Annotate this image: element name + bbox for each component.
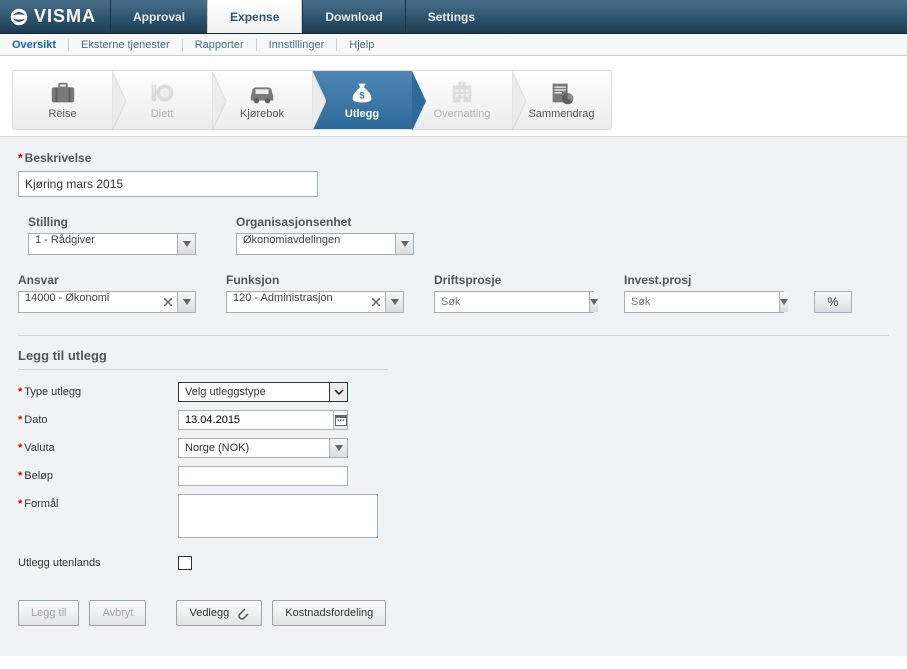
funksjon-select[interactable]: 120 - Administrasjon (226, 291, 404, 313)
subnav-innstillinger[interactable]: Innstillinger (257, 39, 338, 51)
wizard-step-label: Utlegg (345, 108, 379, 120)
dropdown-icon[interactable] (589, 292, 598, 312)
stilling-label: Stilling (28, 215, 196, 229)
svg-text:$: $ (359, 91, 365, 101)
belop-input[interactable] (178, 466, 348, 486)
formal-textarea[interactable] (178, 494, 378, 538)
wizard-step-overnatting[interactable]: H Overnatting (412, 70, 512, 130)
utlegg-section-header: Legg til utlegg (18, 348, 388, 370)
belop-label: *Beløp (18, 470, 178, 482)
wizard-step-label: Overnatting (434, 108, 491, 120)
wizard-step-diett[interactable]: Diett (112, 70, 212, 130)
beskrivelse-input[interactable] (18, 171, 318, 197)
top-tabs: Approval Expense Download Settings (110, 0, 497, 33)
wizard-step-kjorebok[interactable]: Kjørebok (212, 70, 312, 130)
wizard-step-label: Reise (48, 108, 76, 120)
dropdown-icon[interactable] (779, 292, 788, 312)
attachment-icon (235, 606, 249, 620)
type-utlegg-label: *Type utlegg (18, 386, 178, 398)
org-label: Organisasjonsenhet (236, 215, 414, 229)
logo: VISMA (0, 0, 110, 33)
hotel-icon: H (447, 80, 477, 106)
beskrivelse-label: *Beskrivelse (18, 151, 889, 165)
suitcase-icon (48, 80, 78, 106)
top-header: VISMA Approval Expense Download Settings (0, 0, 907, 34)
investprosj-search[interactable] (624, 291, 784, 313)
valuta-label: *Valuta (18, 442, 178, 454)
subnav-oversikt[interactable]: Oversikt (12, 39, 69, 51)
formal-label: *Formål (18, 494, 178, 510)
button-row: Legg til Avbryt Vedlegg Kostnadsfordelin… (18, 600, 889, 626)
meal-icon (147, 80, 177, 106)
dato-input[interactable] (179, 414, 333, 426)
leggtil-button[interactable]: Legg til (18, 600, 79, 626)
wizard-step-label: Kjørebok (240, 108, 284, 120)
avbryt-button[interactable]: Avbryt (89, 600, 146, 626)
funksjon-value: 120 - Administrasjon (227, 292, 367, 312)
wizard-step-sammendrag[interactable]: Sammendrag (512, 70, 612, 130)
clear-icon[interactable] (159, 292, 177, 312)
ansvar-label: Ansvar (18, 273, 196, 287)
clear-icon[interactable] (367, 292, 385, 312)
separator (18, 335, 889, 336)
main-content: *Beskrivelse Stilling 1 - Rådgiver Organ… (0, 136, 907, 656)
stilling-select[interactable]: 1 - Rådgiver (28, 233, 196, 255)
tab-approval[interactable]: Approval (110, 0, 207, 33)
driftsprosje-label: Driftsprosje (434, 273, 594, 287)
chevron-down-icon[interactable] (329, 383, 347, 401)
subnav-rapporter[interactable]: Rapporter (183, 39, 257, 51)
driftsprosje-input[interactable] (435, 292, 589, 312)
dropdown-icon[interactable] (177, 234, 195, 254)
stilling-value: 1 - Rådgiver (29, 234, 177, 254)
driftsprosje-search[interactable] (434, 291, 594, 313)
dropdown-icon[interactable] (329, 439, 347, 457)
dropdown-icon[interactable] (385, 292, 403, 312)
vedlegg-button[interactable]: Vedlegg (176, 600, 262, 626)
money-bag-icon: $ (347, 80, 377, 106)
wizard-step-reise[interactable]: Reise (12, 70, 112, 130)
tab-expense[interactable]: Expense (207, 0, 302, 33)
valuta-select[interactable]: Norge (NOK) (178, 438, 348, 458)
wizard-step-utlegg[interactable]: $ Utlegg (312, 70, 412, 130)
kostnadsfordeling-button[interactable]: Kostnadsfordeling (272, 600, 386, 626)
type-utlegg-select[interactable]: Velg utleggstype (178, 382, 348, 402)
subnav-hjelp[interactable]: Hjelp (337, 39, 386, 51)
percent-button[interactable]: % (814, 291, 852, 313)
valuta-value: Norge (NOK) (179, 442, 329, 454)
investprosj-input[interactable] (625, 292, 779, 312)
wizard-nav: Reise Diett Kjørebok (0, 56, 907, 136)
wizard-step-label: Diett (151, 108, 174, 120)
logo-text: VISMA (34, 6, 96, 27)
subnav-eksterne[interactable]: Eksterne tjenester (69, 39, 183, 51)
utenlands-label: Utlegg utenlands (18, 557, 178, 569)
org-select[interactable]: Økonomiavdelingen (236, 233, 414, 255)
tab-settings[interactable]: Settings (405, 0, 497, 33)
ansvar-value: 14000 - Økonomi (19, 292, 159, 312)
sub-nav: Oversikt Eksterne tjenester Rapporter In… (0, 34, 907, 56)
funksjon-label: Funksjon (226, 273, 404, 287)
tab-download[interactable]: Download (302, 0, 404, 33)
wizard-step-label: Sammendrag (528, 108, 594, 120)
org-value: Økonomiavdelingen (237, 234, 395, 254)
utenlands-checkbox[interactable] (178, 556, 192, 570)
svg-text:H: H (461, 82, 464, 86)
logo-swirl-icon (10, 8, 28, 26)
calendar-icon[interactable] (333, 411, 347, 429)
investprosj-label: Invest.prosj (624, 273, 784, 287)
dato-label: *Dato (18, 414, 178, 426)
car-icon (247, 80, 277, 106)
summary-icon (547, 80, 577, 106)
dato-input-wrap (178, 410, 348, 430)
dropdown-icon[interactable] (177, 292, 195, 312)
type-utlegg-value: Velg utleggstype (179, 386, 329, 398)
ansvar-select[interactable]: 14000 - Økonomi (18, 291, 196, 313)
dropdown-icon[interactable] (395, 234, 413, 254)
